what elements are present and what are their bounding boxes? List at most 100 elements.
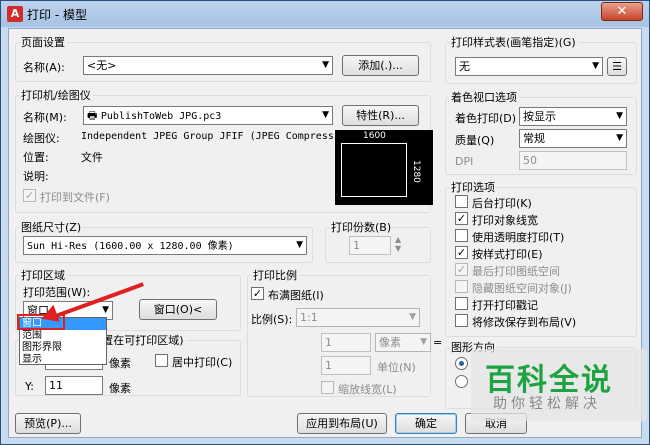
chevron-down-icon: ▼ <box>616 111 623 121</box>
scale-ratio-value: 1:1 <box>300 311 318 324</box>
plot-option-checkbox[interactable] <box>455 297 468 310</box>
paper-size-combo[interactable]: Sun Hi-Res (1600.00 x 1280.00 像素) ▼ <box>23 236 307 255</box>
scale-lineweights-label: 缩放线宽(L) <box>338 383 397 396</box>
watermark: 百科全说 助你轻松解决 <box>471 349 647 421</box>
center-print-checkbox[interactable] <box>155 354 168 367</box>
plot-style-label: 打印样式表(画笔指定)(G) <box>449 34 578 50</box>
print-range-label: 打印范围(W): <box>23 286 91 299</box>
plot-option-checkbox[interactable]: ✓ <box>455 263 468 276</box>
printer-properties-button[interactable]: 特性(R)... <box>342 105 419 126</box>
location-value: 文件 <box>81 151 103 164</box>
dropdown-item-display[interactable]: 显示 <box>20 354 106 366</box>
plot-option-label: 隐藏图纸空间对象(J) <box>472 282 572 295</box>
plot-style-combo[interactable]: 无 ▼ <box>455 57 603 76</box>
paper-size-label: 图纸尺寸(Z) <box>19 219 84 235</box>
center-print-label: 居中打印(C) <box>172 356 233 369</box>
plot-option-label: 打印对象线宽 <box>472 214 538 227</box>
shade-plot-value: 按显示 <box>523 110 556 123</box>
apply-to-layout-button[interactable]: 应用到布局(U) <box>297 413 387 434</box>
add-page-setup-button[interactable]: 添加(.)... <box>342 55 419 76</box>
page-setup-label: 页面设置 <box>19 34 67 50</box>
preview-button[interactable]: 预览(P)... <box>15 413 81 434</box>
print-dialog: A 打印 - 模型 ✕ 页面设置 名称(A): <无> ▼ 添加(.)... 打… <box>0 0 650 445</box>
shade-plot-label: 着色打印(D) <box>455 112 517 125</box>
plot-option-checkbox[interactable] <box>455 195 468 208</box>
copies-spinner-icon[interactable]: ▲ ▼ <box>395 235 401 253</box>
scale-ratio-label: 比例(S): <box>251 313 293 326</box>
units-label: 单位(N) <box>377 361 416 374</box>
page-setup-name-combo[interactable]: <无> ▼ <box>83 56 333 75</box>
plot-option-label: 按样式打印(E) <box>472 248 543 261</box>
dpi-input[interactable]: 50 <box>519 151 627 170</box>
preview-height: 1280 <box>411 160 421 183</box>
chevron-down-icon: ▼ <box>592 61 599 71</box>
printer-icon: 🖶 <box>87 109 101 122</box>
shade-plot-combo[interactable]: 按显示 ▼ <box>519 107 627 126</box>
plot-option-label: 后台打印(K) <box>472 197 532 210</box>
printer-name-value: PublishToWeb JPG.pc3 <box>100 111 222 122</box>
chevron-down-icon: ▼ <box>616 133 623 143</box>
scale-value2-input[interactable]: 1 <box>321 356 371 375</box>
plot-option-label: 将修改保存到布局(V) <box>472 316 577 329</box>
offset-x-unit: 像素 <box>109 357 131 370</box>
copies-input[interactable]: 1 <box>349 236 391 255</box>
print-to-file-label: 打印到文件(F) <box>40 191 110 204</box>
plot-options-label: 打印选项 <box>449 179 497 195</box>
plot-option-checkbox[interactable]: ✓ <box>455 246 468 259</box>
dpi-label: DPI <box>455 155 474 168</box>
dropdown-item-extents[interactable]: 范围 <box>20 330 106 342</box>
plot-option-label: 打开打印戳记 <box>472 299 538 312</box>
landscape-radio[interactable] <box>455 375 468 388</box>
scale-value1-input[interactable]: 1 <box>321 333 371 352</box>
printer-name-label: 名称(M): <box>23 111 67 124</box>
printer-name-combo[interactable]: 🖶 PublishToWeb JPG.pc3 ▼ <box>83 106 333 125</box>
scale-unit-combo[interactable]: 像素 ▼ <box>375 333 431 352</box>
close-button[interactable]: ✕ <box>601 2 643 21</box>
scale-ratio-combo[interactable]: 1:1 ▼ <box>296 308 420 327</box>
edit-plot-style-button[interactable]: ☰ <box>607 57 627 76</box>
fit-to-paper-label: 布满图纸(I) <box>268 289 324 302</box>
dpi-value: 50 <box>523 154 537 167</box>
paper-size-value: Sun Hi-Res (1600.00 x 1280.00 像素) <box>27 241 234 252</box>
chevron-down-icon: ▼ <box>322 60 329 70</box>
print-to-file-checkbox[interactable]: ✓ <box>23 189 36 202</box>
dropdown-item-limits[interactable]: 图形界限 <box>20 342 106 354</box>
preview-page <box>341 143 407 197</box>
scale-unit-value: 像素 <box>379 336 401 349</box>
shaded-viewport-label: 着色视口选项 <box>449 89 519 105</box>
offset-y-input[interactable]: 11 <box>45 376 103 395</box>
plot-option-checkbox[interactable] <box>455 280 468 293</box>
scale-lineweights-checkbox[interactable] <box>321 381 334 394</box>
autocad-app-icon: A <box>7 6 23 22</box>
copies-label: 打印份数(B) <box>329 219 394 235</box>
fit-to-paper-checkbox[interactable]: ✓ <box>251 287 264 300</box>
plot-scale-label: 打印比例 <box>251 267 299 283</box>
title-bar[interactable]: A 打印 - 模型 ✕ <box>1 1 649 27</box>
plot-option-label: 最后打印图纸空间 <box>472 265 560 278</box>
print-area-label: 打印区域 <box>19 267 67 283</box>
preview-width: 1600 <box>363 131 386 141</box>
quality-label: 质量(Q) <box>455 134 495 147</box>
plotter-value: Independent JPEG Group JFIF (JPEG Compre… <box>81 131 358 142</box>
equals-sign: = <box>433 336 443 349</box>
paper-preview: 1600 1280 <box>335 130 433 205</box>
select-window-button[interactable]: 窗口(O)< <box>139 299 217 320</box>
quality-combo[interactable]: 常规 ▼ <box>519 129 627 148</box>
plotter-label: 绘图仪: <box>23 132 60 145</box>
page-setup-name-value: <无> <box>87 59 117 72</box>
plot-option-checkbox[interactable] <box>455 229 468 242</box>
watermark-sub: 助你轻松解决 <box>493 396 601 412</box>
page-setup-name-label: 名称(A): <box>23 61 65 74</box>
chevron-down-icon: ▼ <box>322 110 329 120</box>
plot-option-checkbox[interactable] <box>455 314 468 327</box>
description-label: 说明: <box>23 170 49 183</box>
portrait-radio[interactable] <box>455 357 468 370</box>
scale-value2: 1 <box>325 359 332 372</box>
copies-value: 1 <box>353 239 360 252</box>
offset-y-value: 11 <box>49 379 63 392</box>
printer-group-label: 打印机/绘图仪 <box>19 87 93 103</box>
plot-style-value: 无 <box>459 60 470 73</box>
plot-option-checkbox[interactable]: ✓ <box>455 212 468 225</box>
plot-option-label: 使用透明度打印(T) <box>472 231 565 244</box>
ok-button[interactable]: 确定 <box>395 413 457 434</box>
